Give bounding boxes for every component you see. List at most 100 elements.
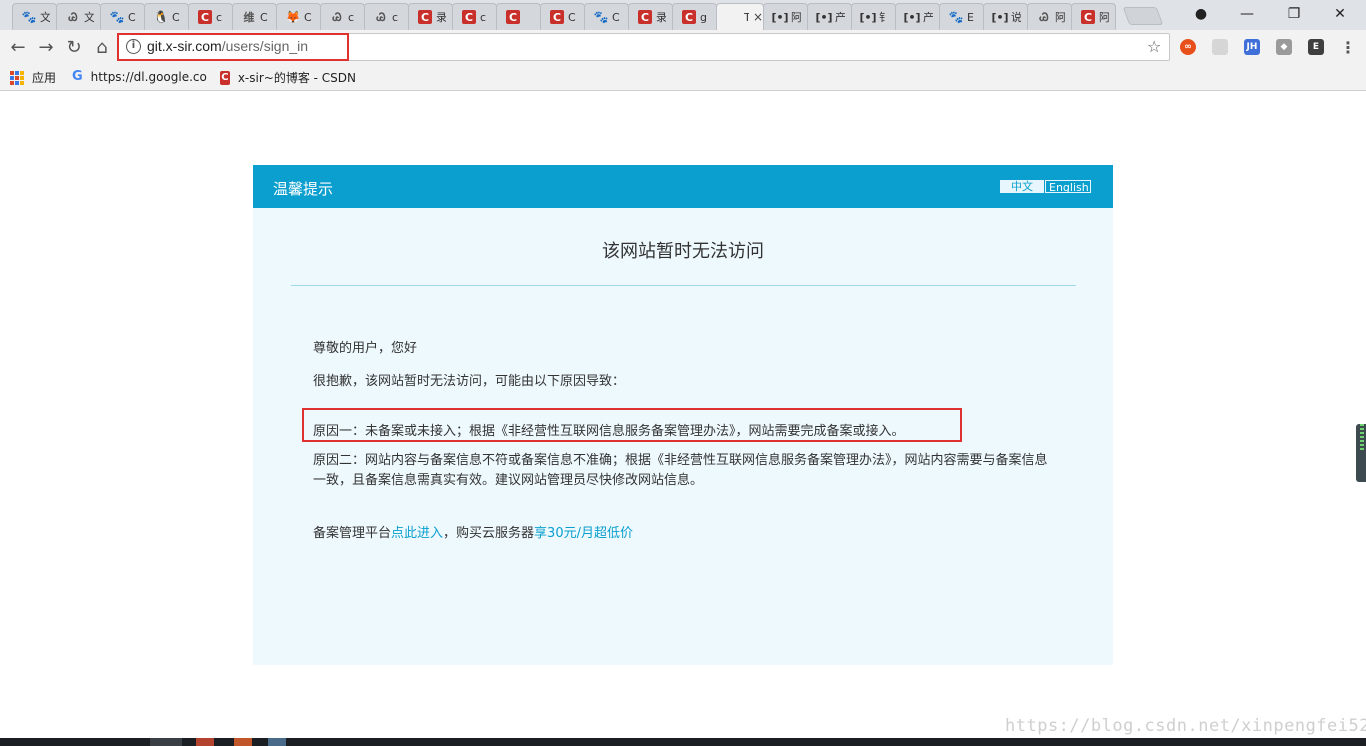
paw-icon: 🐾: [948, 10, 964, 24]
paw-icon: 🐾: [109, 10, 125, 24]
gray-icon: Ꮚ: [1039, 10, 1049, 24]
taskbar-item[interactable]: [234, 738, 252, 746]
tab-title: C: [260, 10, 268, 24]
bookmark-google-label: https://dl.google.co: [90, 69, 207, 84]
box-extension-icon[interactable]: ◆: [1276, 39, 1292, 55]
bookmark-star-icon[interactable]: ☆: [1147, 37, 1161, 56]
close-window-button[interactable]: ✕: [1318, 0, 1362, 28]
apps-grid-icon: [10, 70, 24, 85]
tab-title: 录: [656, 11, 666, 24]
platform-link[interactable]: 点此进入: [391, 526, 443, 541]
taskbar-item[interactable]: [196, 738, 214, 746]
code-icon: [•]: [815, 10, 833, 24]
tab-title: C: [304, 10, 312, 24]
bookmarks-bar: 应用 G https://dl.google.co C x-sir~的博客 - …: [0, 64, 1366, 91]
browser-tab[interactable]: 🐧 C: [144, 3, 189, 30]
browser-tab[interactable]: 🦊 C: [276, 3, 321, 30]
tab-active[interactable]: T×: [716, 3, 764, 30]
shield-extension-icon[interactable]: [1212, 39, 1228, 55]
browser-tab[interactable]: C: [496, 3, 541, 30]
watermark: https://blog.csdn.net/xinpengfei521: [1005, 716, 1366, 736]
home-button[interactable]: ⌂: [90, 35, 114, 59]
menu-icon[interactable]: ⋮: [1340, 38, 1356, 57]
browser-tab[interactable]: [•] 产: [807, 3, 852, 30]
tab-title: E: [967, 10, 974, 24]
browser-tab[interactable]: Ꮚ阿: [1027, 3, 1072, 30]
browser-tab[interactable]: C阿: [1071, 3, 1116, 30]
code-icon: [•]: [991, 10, 1009, 24]
browser-tab[interactable]: [•] 产: [895, 3, 940, 30]
browser-tab[interactable]: 🐾 文: [12, 3, 57, 30]
bookmark-apps[interactable]: 应用: [10, 69, 56, 86]
lang-english-button[interactable]: English: [1045, 180, 1091, 194]
reload-button[interactable]: ↻: [62, 35, 86, 59]
browser-tab[interactable]: Ꮚ文: [56, 3, 101, 30]
tab-title: 阿: [1099, 11, 1109, 24]
info-icon[interactable]: i: [126, 39, 141, 54]
browser-tab[interactable]: CC: [540, 3, 585, 30]
bookmark-google[interactable]: G https://dl.google.co: [72, 69, 208, 84]
browser-tab[interactable]: C录: [408, 3, 453, 30]
cloud-prefix: ，购买云服务器: [443, 526, 535, 541]
text-icon: 维: [243, 10, 255, 24]
close-tab-icon[interactable]: ×: [753, 10, 763, 24]
browser-tab[interactable]: [•] 钅: [851, 3, 896, 30]
browser-tab[interactable]: 🐾 C: [584, 3, 629, 30]
side-widget[interactable]: [1356, 424, 1366, 482]
paw-icon: 🐾: [21, 10, 37, 24]
taskbar-item[interactable]: [150, 738, 182, 746]
panel-title: 温馨提示: [273, 180, 334, 198]
browser-tab[interactable]: Cg: [672, 3, 717, 30]
greeting-text: 尊敬的用户，您好: [313, 341, 418, 356]
new-tab-button[interactable]: [1122, 7, 1164, 25]
gray-icon: Ꮚ: [68, 10, 78, 24]
restore-button[interactable]: ❐: [1272, 0, 1316, 28]
tab-title: 说: [1011, 11, 1021, 24]
url-host: git.x-sir.com: [147, 38, 222, 54]
browser-tab[interactable]: [•] 阿: [763, 3, 808, 30]
forward-button[interactable]: →: [34, 35, 58, 59]
minimize-button[interactable]: —: [1225, 0, 1269, 28]
browser-tab[interactable]: Ꮚc: [320, 3, 365, 30]
csdn-icon: C: [462, 10, 476, 24]
tab-title: 录: [436, 11, 446, 24]
evernote-extension-icon[interactable]: E: [1308, 39, 1324, 55]
penguin-icon: 🐧: [153, 10, 169, 24]
platform-line: 备案管理平台点此进入，购买云服务器享30元/月超低价: [313, 522, 633, 541]
browser-tab[interactable]: Cc: [188, 3, 233, 30]
paw-icon: 🐾: [593, 10, 609, 24]
url-text[interactable]: git.x-sir.com/users/sign_in: [147, 38, 308, 54]
tab-title: 文: [40, 11, 50, 24]
infinity-extension-icon[interactable]: ∞: [1180, 39, 1196, 55]
tab-title: C: [172, 10, 180, 24]
taskbar-item[interactable]: [268, 738, 286, 746]
csdn-icon: C: [1081, 10, 1095, 24]
tab-title: 阿: [1055, 11, 1065, 24]
reason-one-highlight-box: [302, 408, 962, 442]
tab-title: C: [612, 10, 620, 24]
tab-title: C: [128, 10, 136, 24]
tab-title: c: [392, 10, 399, 24]
tab-list: 🐾文Ꮚ文🐾C🐧CCc维C🦊CᏊcᏊcC录CcCCC🐾CC录CgT×[•]阿[•]…: [12, 3, 1116, 30]
platform-prefix: 备案管理平台: [313, 526, 392, 541]
back-button[interactable]: ←: [6, 35, 30, 59]
browser-tab[interactable]: Ꮚc: [364, 3, 409, 30]
browser-tab[interactable]: Cc: [452, 3, 497, 30]
csdn-icon: C: [550, 10, 564, 24]
browser-tab[interactable]: [•] 说: [983, 3, 1028, 30]
jh-extension-icon[interactable]: JH: [1244, 39, 1260, 55]
tab-title: 钅: [879, 11, 889, 24]
browser-tab[interactable]: 🐾 E: [939, 3, 984, 30]
browser-tab[interactable]: C录: [628, 3, 673, 30]
browser-tab[interactable]: 维C: [232, 3, 277, 30]
gray-icon: Ꮚ: [332, 10, 342, 24]
bookmark-csdn[interactable]: C x-sir~的博客 - CSDN: [220, 69, 356, 86]
tab-title: g: [700, 10, 707, 24]
csdn-icon: C: [198, 10, 212, 24]
tab-title: c: [216, 10, 223, 24]
tab-title: c: [348, 10, 355, 24]
lang-chinese-button[interactable]: 中文: [1000, 180, 1044, 193]
account-icon[interactable]: ●: [1179, 0, 1223, 28]
browser-tab[interactable]: 🐾 C: [100, 3, 145, 30]
cloud-server-link[interactable]: 享30元/月超低价: [534, 526, 633, 541]
